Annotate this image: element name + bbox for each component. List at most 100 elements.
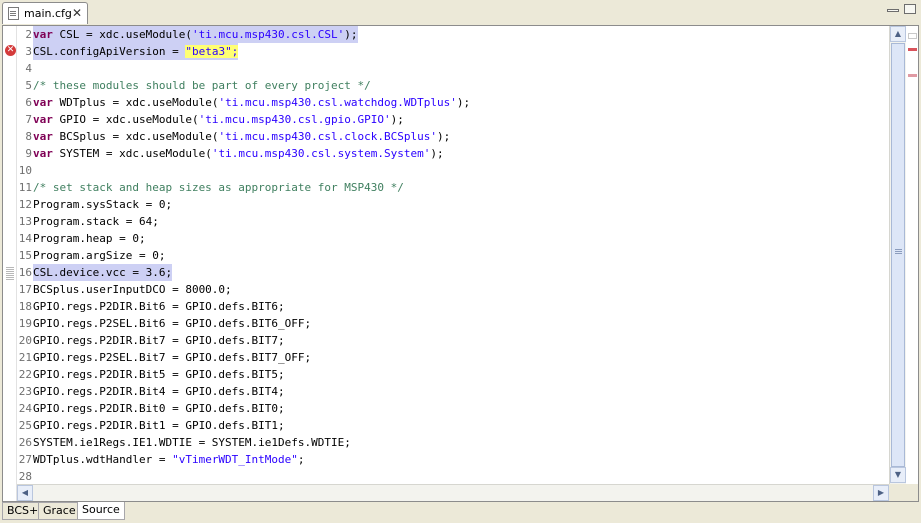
code-text[interactable]: CSL.configApiVersion = "beta3"; xyxy=(33,43,239,60)
code-line[interactable]: 20 GPIO.regs.P2DIR.Bit7 = GPIO.defs.BIT7; xyxy=(17,332,889,349)
code-token: ); xyxy=(390,113,404,126)
tab-grace[interactable]: Grace xyxy=(38,502,81,520)
code-text[interactable]: GPIO.regs.P2DIR.Bit0 = GPIO.defs.BIT0; xyxy=(33,400,285,417)
code-line[interactable]: 2 var CSL = xdc.useModule('ti.mcu.msp430.… xyxy=(17,26,889,43)
code-text[interactable]: GPIO.regs.P2DIR.Bit5 = GPIO.defs.BIT5; xyxy=(33,366,285,383)
code-text[interactable]: /* these modules should be part of every… xyxy=(33,77,371,94)
change-marker xyxy=(6,267,14,280)
code-text[interactable]: Program.heap = 0; xyxy=(33,230,146,247)
code-line[interactable]: 11/* set stack and heap sizes as appropr… xyxy=(17,179,889,196)
line-number: 6 xyxy=(25,96,32,109)
scroll-down-button[interactable]: ▼ xyxy=(890,467,906,483)
code-token: GPIO.regs.P2DIR.Bit5 = GPIO.defs.BIT5; xyxy=(33,368,285,381)
line-number: 5 xyxy=(25,79,32,92)
code-token: BCSplus.userInputDCO = 8000.0; xyxy=(33,283,232,296)
grip-icon xyxy=(895,249,902,255)
code-line[interactable]: 17 BCSplus.userInputDCO = 8000.0; xyxy=(17,281,889,298)
minimize-button[interactable] xyxy=(887,9,899,12)
code-text[interactable]: /* set stack and heap sizes as appropria… xyxy=(33,179,404,196)
code-text[interactable]: var BCSplus = xdc.useModule('ti.mcu.msp4… xyxy=(33,128,450,145)
code-text[interactable]: SYSTEM.ie1Regs.IE1.WDTIE = SYSTEM.ie1Def… xyxy=(33,434,351,451)
code-line[interactable]: 12 Program.sysStack = 0; xyxy=(17,196,889,213)
code-text[interactable]: WDTplus.wdtHandler = "vTimerWDT_IntMode"… xyxy=(33,451,305,468)
code-text[interactable]: Program.sysStack = 0; xyxy=(33,196,172,213)
overview-marker[interactable] xyxy=(908,74,917,77)
code-token: GPIO.regs.P2DIR.Bit6 = GPIO.defs.BIT6; xyxy=(33,300,285,313)
code-line[interactable]: 6 var WDTplus = xdc.useModule('ti.mcu.msp… xyxy=(17,94,889,111)
code-line[interactable]: 5/* these modules should be part of ever… xyxy=(17,77,889,94)
line-number: 17 xyxy=(18,283,32,296)
code-line[interactable]: 28 xyxy=(17,468,889,485)
code-line[interactable]: 3 CSL.configApiVersion = "beta3"; xyxy=(17,43,889,60)
maximize-button[interactable] xyxy=(904,4,916,14)
code-line[interactable]: 23 GPIO.regs.P2DIR.Bit4 = GPIO.defs.BIT4; xyxy=(17,383,889,400)
scroll-left-button[interactable]: ◀ xyxy=(17,485,33,501)
code-token: ); xyxy=(430,147,444,160)
code-token: CSL = xdc.useModule( xyxy=(52,28,192,41)
code-text[interactable]: GPIO.regs.P2DIR.Bit4 = GPIO.defs.BIT4; xyxy=(33,383,285,400)
code-token: var xyxy=(33,130,53,143)
line-number: 13 xyxy=(18,215,32,228)
code-line[interactable]: 15 Program.argSize = 0; xyxy=(17,247,889,264)
code-token: WDTplus.wdtHandler = xyxy=(33,453,173,466)
overview-status xyxy=(908,33,917,39)
tab-source[interactable]: Source xyxy=(77,502,125,520)
code-text[interactable]: Program.argSize = 0; xyxy=(33,247,165,264)
code-line[interactable]: 10 xyxy=(17,162,889,179)
code-text[interactable]: GPIO.regs.P2DIR.Bit6 = GPIO.defs.BIT6; xyxy=(33,298,285,315)
scroll-right-button[interactable]: ▶ xyxy=(873,485,889,501)
code-token: BCSplus = xdc.useModule( xyxy=(52,130,219,143)
overview-error-marker[interactable] xyxy=(908,48,917,51)
line-number: 12 xyxy=(18,198,32,211)
error-icon[interactable]: ✕ xyxy=(5,45,16,56)
line-number: 27 xyxy=(18,453,32,466)
code-text[interactable]: GPIO.regs.P2DIR.Bit1 = GPIO.defs.BIT1; xyxy=(33,417,285,434)
code-line[interactable]: 27 WDTplus.wdtHandler = "vTimerWDT_IntMod… xyxy=(17,451,889,468)
code-line[interactable]: 22 GPIO.regs.P2DIR.Bit5 = GPIO.defs.BIT5; xyxy=(17,366,889,383)
code-line[interactable]: 7 var GPIO = xdc.useModule('ti.mcu.msp430… xyxy=(17,111,889,128)
close-icon[interactable]: ✕ xyxy=(72,6,82,20)
code-line[interactable]: 9 var SYSTEM = xdc.useModule('ti.mcu.msp4… xyxy=(17,145,889,162)
code-line[interactable]: 4 xyxy=(17,60,889,77)
code-text[interactable]: var SYSTEM = xdc.useModule('ti.mcu.msp43… xyxy=(33,145,444,162)
line-number: 14 xyxy=(18,232,32,245)
code-text[interactable]: GPIO.regs.P2SEL.Bit6 = GPIO.defs.BIT6_OF… xyxy=(33,315,311,332)
code-line[interactable]: 8 var BCSplus = xdc.useModule('ti.mcu.msp… xyxy=(17,128,889,145)
code-line[interactable]: 14 Program.heap = 0; xyxy=(17,230,889,247)
line-number: 3 xyxy=(25,45,32,58)
code-text[interactable]: var GPIO = xdc.useModule('ti.mcu.msp430.… xyxy=(33,111,404,128)
code-text[interactable]: GPIO.regs.P2DIR.Bit7 = GPIO.defs.BIT7; xyxy=(33,332,285,349)
code-lines[interactable]: 2 var CSL = xdc.useModule('ti.mcu.msp430.… xyxy=(17,26,889,485)
line-number: 4 xyxy=(25,62,32,75)
scroll-thumb[interactable] xyxy=(891,43,905,467)
code-line[interactable]: 18 GPIO.regs.P2DIR.Bit6 = GPIO.defs.BIT6; xyxy=(17,298,889,315)
line-number: 11 xyxy=(18,181,32,194)
code-line[interactable]: 19 GPIO.regs.P2SEL.Bit6 = GPIO.defs.BIT6_… xyxy=(17,315,889,332)
tab-main-cfg[interactable]: main.cfg ✕ xyxy=(2,2,88,24)
code-token: GPIO.regs.P2SEL.Bit7 = GPIO.defs.BIT7_OF… xyxy=(33,351,312,364)
code-line[interactable]: 21 GPIO.regs.P2SEL.Bit7 = GPIO.defs.BIT7_… xyxy=(17,349,889,366)
code-token: CSL.device.vcc = 3.6; xyxy=(33,266,173,279)
code-line[interactable]: 13 Program.stack = 64; xyxy=(17,213,889,230)
code-text[interactable]: GPIO.regs.P2SEL.Bit7 = GPIO.defs.BIT7_OF… xyxy=(33,349,311,366)
line-number: 18 xyxy=(18,300,32,313)
code-line[interactable]: 24 GPIO.regs.P2DIR.Bit0 = GPIO.defs.BIT0; xyxy=(17,400,889,417)
code-token: var xyxy=(33,28,53,41)
code-text[interactable]: var WDTplus = xdc.useModule('ti.mcu.msp4… xyxy=(33,94,470,111)
code-line[interactable]: 26 SYSTEM.ie1Regs.IE1.WDTIE = SYSTEM.ie1D… xyxy=(17,434,889,451)
source-editor[interactable]: ✕ 2 var CSL = xdc.useModule('ti.mcu.msp43… xyxy=(2,25,919,502)
vertical-scrollbar[interactable]: ▲ ▼ xyxy=(889,26,906,484)
code-line[interactable]: 25 GPIO.regs.P2DIR.Bit1 = GPIO.defs.BIT1; xyxy=(17,417,889,434)
horizontal-scrollbar[interactable]: ◀ ▶ xyxy=(17,484,889,501)
file-icon xyxy=(8,7,19,20)
code-text[interactable]: Program.stack = 64; xyxy=(33,213,159,230)
code-token: "beta3"; xyxy=(185,45,239,58)
scroll-up-button[interactable]: ▲ xyxy=(890,26,906,42)
code-text[interactable]: CSL.device.vcc = 3.6; xyxy=(33,264,173,281)
overview-ruler[interactable] xyxy=(906,26,918,484)
code-token: ); xyxy=(344,28,358,41)
code-text[interactable]: var CSL = xdc.useModule('ti.mcu.msp430.c… xyxy=(33,26,358,43)
code-line[interactable]: 16 CSL.device.vcc = 3.6; xyxy=(17,264,889,281)
line-number: 15 xyxy=(18,249,32,262)
code-text[interactable]: BCSplus.userInputDCO = 8000.0; xyxy=(33,281,232,298)
